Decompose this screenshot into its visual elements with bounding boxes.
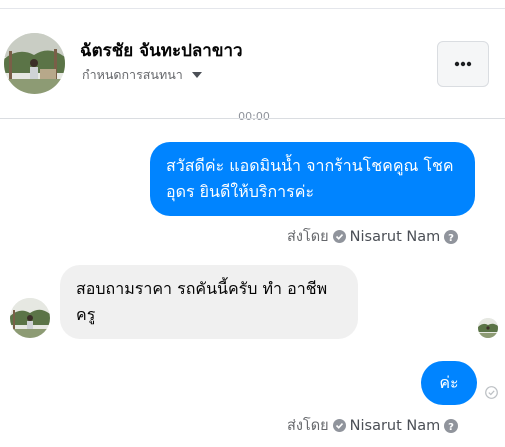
sender-name[interactable]: Nisarut Nam (350, 229, 441, 245)
sender-avatar[interactable] (10, 298, 50, 338)
seen-indicator-avatar (478, 318, 498, 338)
more-options-button[interactable] (437, 41, 489, 87)
sent-by-info: ส่งโดย Nisarut Nam ? (287, 414, 459, 437)
sender-name[interactable]: Nisarut Nam (350, 418, 441, 434)
dropdown-caret-icon (191, 72, 202, 78)
contact-name[interactable]: ฉัตรชัย จันทะปลาขาว (80, 37, 243, 64)
message-bubble-outgoing[interactable]: สวัสดีค่ะ แอดมินน้ำ จากร้านโชคคูณ โชคอุด… (150, 142, 475, 216)
verified-check-icon (332, 419, 346, 432)
conversation-schedule-label: กำหนดการสนทนา (82, 67, 183, 82)
profile-avatar[interactable] (4, 33, 65, 94)
svg-text:?: ? (448, 233, 454, 244)
delivered-icon (485, 386, 498, 399)
conversation-schedule[interactable]: กำหนดการสนทนา (82, 65, 203, 85)
message-bubble-outgoing-short[interactable]: ค่ะ (421, 361, 477, 405)
svg-text:?: ? (448, 422, 454, 433)
verified-check-icon (332, 230, 346, 243)
conversation-header: ฉัตรชัย จันทะปลาขาว กำหนดการสนทนา (0, 9, 505, 119)
more-icon (454, 61, 472, 67)
message-bubble-incoming[interactable]: สอบถามราคา รถคันนี้ครับ ทำ อาชีพครู (60, 265, 358, 339)
sent-by-label: ส่งโดย (287, 418, 329, 434)
help-icon[interactable]: ? (444, 418, 459, 433)
sent-by-info: ส่งโดย Nisarut Nam ? (287, 225, 459, 248)
help-icon[interactable]: ? (444, 229, 459, 244)
sent-by-label: ส่งโดย (287, 229, 329, 245)
header-divider (0, 118, 505, 119)
